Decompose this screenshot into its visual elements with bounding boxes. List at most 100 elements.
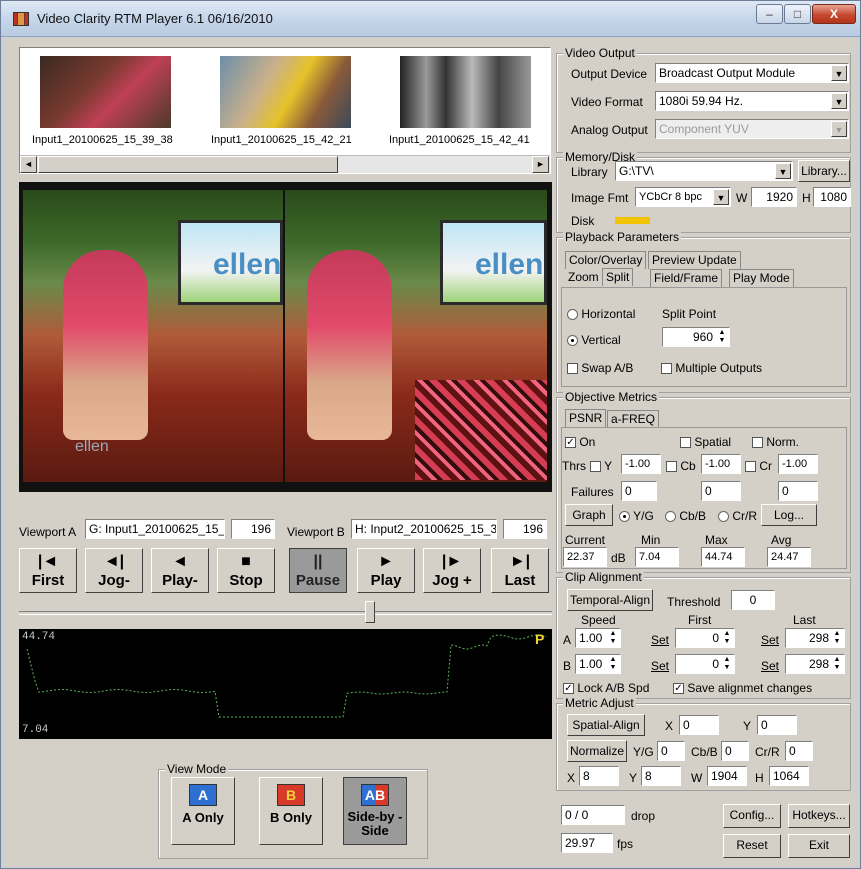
threshold-clip-field[interactable]: 0 bbox=[731, 590, 775, 610]
swap-ab-checkbox[interactable] bbox=[567, 363, 578, 375]
channel-crr-option[interactable]: Cr/R bbox=[718, 509, 757, 523]
log-button[interactable]: Log... bbox=[761, 504, 817, 526]
jog-forward-button[interactable]: |► Jog + bbox=[423, 548, 481, 593]
viewport-a-frame-input[interactable]: 196 bbox=[231, 519, 275, 539]
split-point-stepper[interactable]: 960 ▲ ▼ bbox=[662, 327, 730, 347]
spinner-arrows-icon[interactable]: ▲ ▼ bbox=[607, 656, 619, 672]
thrs-y-checkbox[interactable] bbox=[590, 461, 601, 473]
vertical-radio[interactable] bbox=[567, 335, 578, 347]
thumbnail-1[interactable] bbox=[40, 56, 171, 128]
horizontal-radio[interactable] bbox=[567, 309, 578, 321]
spinner-arrows-icon[interactable]: ▲ ▼ bbox=[721, 630, 733, 646]
maximize-button[interactable]: □ bbox=[784, 4, 811, 24]
a-only-button[interactable]: A A Only bbox=[171, 777, 235, 845]
tab-field-frame[interactable]: Field/Frame bbox=[650, 269, 723, 287]
exit-button[interactable]: Exit bbox=[788, 834, 850, 858]
clip-b-first-stepper[interactable]: 0 ▲ ▼ bbox=[675, 654, 735, 674]
tab-psnr[interactable]: PSNR bbox=[565, 409, 607, 427]
clip-a-set-last-button[interactable]: Set bbox=[761, 633, 779, 647]
temporal-align-button[interactable]: Temporal-Align bbox=[567, 589, 653, 611]
spatial-option[interactable]: Spatial bbox=[680, 435, 731, 449]
viewport-b-input[interactable]: H: Input2_20100625_15_3! bbox=[351, 519, 497, 539]
image-format-select[interactable]: YCbCr 8 bpc ▼ bbox=[635, 187, 731, 207]
clip-b-set-first-button[interactable]: Set bbox=[651, 659, 669, 673]
height-field[interactable]: 1080 bbox=[813, 187, 851, 207]
metric-on-checkbox[interactable]: ✓ bbox=[565, 437, 576, 449]
spatial-checkbox[interactable] bbox=[680, 437, 691, 449]
tab-a-freq[interactable]: a-FREQ bbox=[607, 410, 660, 428]
position-slider-thumb[interactable] bbox=[365, 601, 375, 623]
crop-w-field[interactable]: 1904 bbox=[707, 766, 747, 786]
graph-button[interactable]: Graph bbox=[565, 504, 613, 526]
clip-a-first-stepper[interactable]: 0 ▲ ▼ bbox=[675, 628, 735, 648]
norm-yg-field[interactable]: 0 bbox=[657, 741, 685, 761]
normalize-button[interactable]: Normalize bbox=[567, 740, 627, 762]
play-button[interactable]: ► Play bbox=[357, 548, 415, 593]
thrs-cr-field[interactable]: -1.00 bbox=[778, 454, 818, 474]
spinner-arrows-icon[interactable]: ▲ ▼ bbox=[831, 656, 843, 672]
tab-split[interactable]: Split bbox=[602, 268, 634, 286]
tab-preview-update[interactable]: Preview Update bbox=[648, 251, 741, 269]
reset-button[interactable]: Reset bbox=[723, 834, 781, 858]
library-button[interactable]: Library... bbox=[798, 160, 850, 182]
play-reverse-button[interactable]: ◄ Play- bbox=[151, 548, 209, 593]
jog-back-button[interactable]: ◄| Jog- bbox=[85, 548, 143, 593]
norm-option[interactable]: Norm. bbox=[752, 435, 799, 449]
library-select[interactable]: G:\TV\ ▼ bbox=[615, 161, 793, 181]
vertical-option[interactable]: Vertical bbox=[567, 333, 621, 347]
clip-a-last-stepper[interactable]: 298 ▲ ▼ bbox=[785, 628, 845, 648]
clip-a-set-first-button[interactable]: Set bbox=[651, 633, 669, 647]
thumbnail-3[interactable] bbox=[400, 56, 531, 128]
clip-b-set-last-button[interactable]: Set bbox=[761, 659, 779, 673]
crop-y-field[interactable]: 8 bbox=[641, 766, 681, 786]
norm-crr-field[interactable]: 0 bbox=[785, 741, 813, 761]
norm-checkbox[interactable] bbox=[752, 437, 763, 449]
thumbnail-scrollbar[interactable]: ◄ ► bbox=[20, 155, 550, 173]
thrs-cr-checkbox[interactable] bbox=[745, 461, 756, 473]
spinner-arrows-icon[interactable]: ▲ ▼ bbox=[721, 656, 733, 672]
tab-color-overlay[interactable]: Color/Overlay bbox=[565, 251, 647, 269]
thrs-cb-field[interactable]: -1.00 bbox=[701, 454, 741, 474]
minimize-button[interactable]: – bbox=[756, 4, 783, 24]
channel-crr-radio[interactable] bbox=[718, 511, 729, 523]
scroll-left-button[interactable]: ◄ bbox=[20, 156, 37, 173]
thrs-y-field[interactable]: -1.00 bbox=[621, 454, 661, 474]
config-button[interactable]: Config... bbox=[723, 804, 781, 828]
viewport-b-frame-input[interactable]: 196 bbox=[503, 519, 547, 539]
multiple-outputs-option[interactable]: Multiple Outputs bbox=[661, 361, 762, 375]
adjust-x-field[interactable]: 0 bbox=[679, 715, 719, 735]
last-button[interactable]: ►| Last bbox=[491, 548, 549, 593]
lock-speed-checkbox[interactable]: ✓ bbox=[563, 683, 574, 695]
pause-button[interactable]: || Pause bbox=[289, 548, 347, 593]
clip-a-speed-stepper[interactable]: 1.00 ▲ ▼ bbox=[575, 628, 621, 648]
channel-cbb-option[interactable]: Cb/B bbox=[665, 509, 706, 523]
crop-h-field[interactable]: 1064 bbox=[769, 766, 809, 786]
clip-b-last-stepper[interactable]: 298 ▲ ▼ bbox=[785, 654, 845, 674]
b-only-button[interactable]: B B Only bbox=[259, 777, 323, 845]
save-alignment-option[interactable]: ✓ Save alignmet changes bbox=[673, 681, 812, 695]
width-field[interactable]: 1920 bbox=[751, 187, 797, 207]
horizontal-option[interactable]: Horizontal bbox=[567, 307, 635, 321]
adjust-y-field[interactable]: 0 bbox=[757, 715, 797, 735]
tab-zoom[interactable]: Zoom bbox=[565, 269, 602, 287]
stop-button[interactable]: ■ Stop bbox=[217, 548, 275, 593]
channel-yg-radio[interactable] bbox=[619, 511, 630, 523]
spinner-arrows-icon[interactable]: ▲ ▼ bbox=[831, 630, 843, 646]
spinner-arrows-icon[interactable]: ▲ ▼ bbox=[607, 630, 619, 646]
video-format-select[interactable]: 1080i 59.94 Hz. ▼ bbox=[655, 91, 849, 111]
crop-x-field[interactable]: 8 bbox=[579, 766, 619, 786]
lock-speed-option[interactable]: ✓ Lock A/B Spd bbox=[563, 681, 649, 695]
viewport-a-input[interactable]: G: Input1_20100625_15_3 bbox=[85, 519, 225, 539]
first-button[interactable]: |◄ First bbox=[19, 548, 77, 593]
thrs-cb-checkbox[interactable] bbox=[666, 461, 677, 473]
multiple-outputs-checkbox[interactable] bbox=[661, 363, 672, 375]
thrs-y-option[interactable]: Y bbox=[590, 459, 612, 473]
thrs-cr-option[interactable]: Cr bbox=[745, 459, 772, 473]
spinner-arrows-icon[interactable]: ▲ ▼ bbox=[716, 329, 728, 345]
save-alignment-checkbox[interactable]: ✓ bbox=[673, 683, 684, 695]
swap-ab-option[interactable]: Swap A/B bbox=[567, 361, 633, 375]
scroll-thumb[interactable] bbox=[38, 156, 338, 173]
thumbnail-2[interactable] bbox=[220, 56, 351, 128]
channel-yg-option[interactable]: Y/G bbox=[619, 509, 654, 523]
output-device-select[interactable]: Broadcast Output Module ▼ bbox=[655, 63, 849, 83]
